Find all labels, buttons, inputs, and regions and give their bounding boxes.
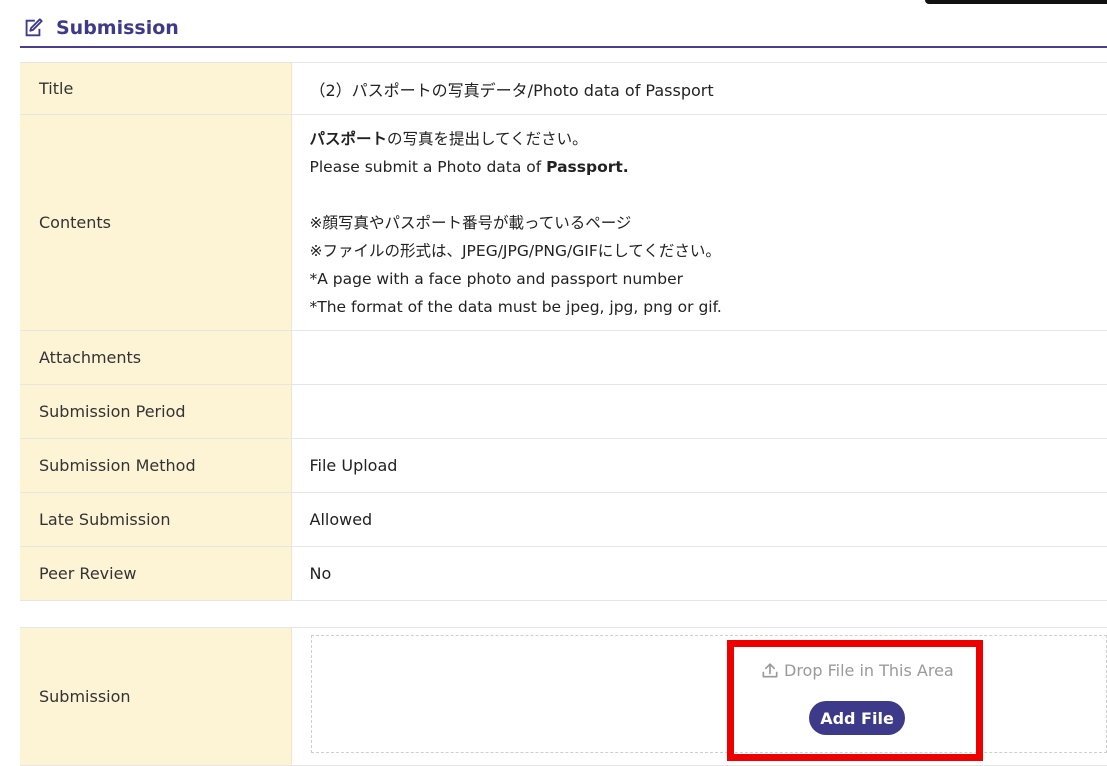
contents-line: *A page with a face photo and passport n… — [310, 265, 1107, 293]
contents-line: ※顔写真やパスポート番号が載っているページ — [310, 209, 1107, 237]
contents-value: パスポートの写真を提出してください。 Please submit a Photo… — [291, 115, 1107, 331]
title-value: （2）パスポートの写真データ/Photo data of Passport — [291, 63, 1107, 115]
drop-hint-text: Drop File in This Area — [784, 661, 954, 680]
page-title: Submission — [56, 17, 179, 39]
contents-line: *The format of the data must be jpeg, jp… — [310, 293, 1107, 321]
row-label: Title — [20, 63, 291, 115]
submission-period-value — [291, 385, 1107, 439]
row-label: Late Submission — [20, 493, 291, 547]
table-row: Submission Method File Upload — [20, 439, 1107, 493]
contents-line: Please submit a Photo data of Passport. — [310, 153, 1107, 181]
attachments-value — [291, 331, 1107, 385]
file-drop-zone[interactable] — [311, 635, 1107, 753]
peer-review-value: No — [291, 547, 1107, 601]
assignment-info-table: Title （2）パスポートの写真データ/Photo data of Passp… — [20, 62, 1107, 601]
top-tab-edge — [925, 0, 1107, 4]
row-label: Submission — [20, 628, 291, 766]
table-row: Late Submission Allowed — [20, 493, 1107, 547]
section-header: Submission — [20, 10, 1107, 48]
row-label: Submission Method — [20, 439, 291, 493]
row-label: Submission Period — [20, 385, 291, 439]
table-row: Attachments — [20, 331, 1107, 385]
row-label: Peer Review — [20, 547, 291, 601]
table-row: Contents パスポートの写真を提出してください。 Please submi… — [20, 115, 1107, 331]
add-file-button[interactable]: Add File — [809, 701, 905, 735]
table-row: Submission Period — [20, 385, 1107, 439]
table-row: Peer Review No — [20, 547, 1107, 601]
row-label: Contents — [20, 115, 291, 331]
drop-hint: Drop File in This Area — [760, 660, 954, 680]
submission-method-value: File Upload — [291, 439, 1107, 493]
late-submission-value: Allowed — [291, 493, 1107, 547]
upload-icon — [760, 660, 780, 680]
contents-line: ※ファイルの形式は、JPEG/JPG/PNG/GIFにしてください。 — [310, 237, 1107, 265]
row-label: Attachments — [20, 331, 291, 385]
table-row: Title （2）パスポートの写真データ/Photo data of Passp… — [20, 63, 1107, 115]
edit-icon — [22, 17, 44, 39]
contents-line: パスポートの写真を提出してください。 — [310, 125, 1107, 153]
